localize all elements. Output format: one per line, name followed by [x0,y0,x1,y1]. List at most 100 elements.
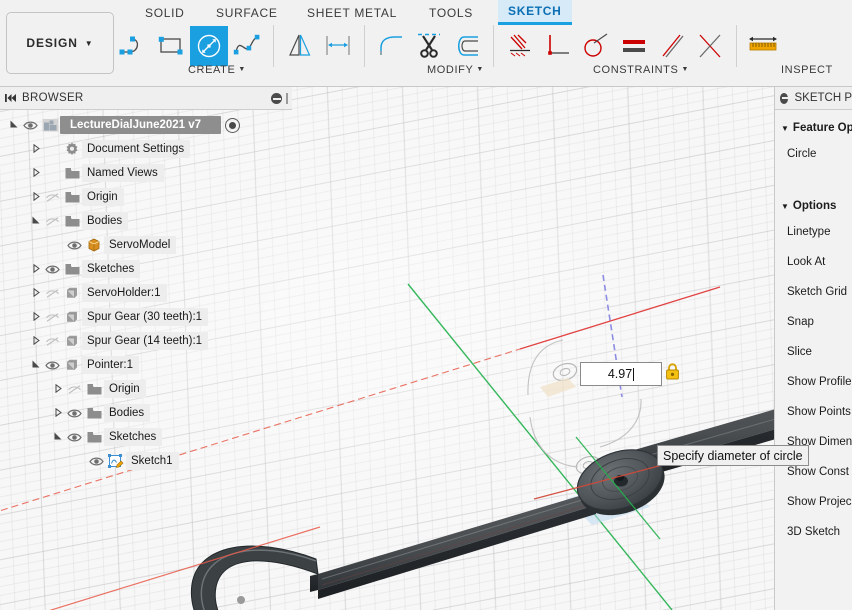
chevron-down-icon: ▼ [781,201,789,211]
palette-option-3d-sketch[interactable]: 3D Sketch [775,517,852,547]
palette-option-sketch-grid[interactable]: Sketch Grid [775,277,852,307]
tree-expand-arrow-closed[interactable] [30,263,42,275]
tree-expand-arrow-closed[interactable] [30,287,42,299]
tree-expand-arrow-closed[interactable] [30,335,42,347]
tree-row[interactable]: Document Settings [0,137,292,161]
equal-constraint-button[interactable] [615,26,653,66]
arc-tool-button[interactable] [114,26,152,66]
trim-tool-button[interactable] [410,26,448,66]
tree-row[interactable]: LectureDialJune2021 v7 [0,113,292,137]
visibility-toggle-visible[interactable] [64,408,84,419]
palette-item-circle[interactable]: Circle [775,139,852,169]
visibility-toggle-hidden[interactable] [64,384,84,395]
tree-expand-arrow-closed[interactable] [30,143,42,155]
visibility-toggle-hidden[interactable] [42,192,62,203]
scissors-icon [418,33,440,58]
palette-option-snap[interactable]: Snap [775,307,852,337]
tree-expand-arrow-closed[interactable] [52,383,64,395]
tree-row[interactable]: Pointer:1 [0,353,292,377]
tree-row[interactable]: Spur Gear (14 teeth):1 [0,329,292,353]
palette-option-look-at[interactable]: Look At [775,247,852,277]
collapse-left-icon[interactable] [0,93,22,103]
tree-row[interactable]: Sketches [0,425,292,449]
group-label-modify[interactable]: MODIFY ▼ [427,64,484,76]
tab-sheet-metal[interactable]: SHEET METAL [297,2,407,25]
tree-expand-arrow-open[interactable] [30,360,42,371]
palette-option-linetype[interactable]: Linetype [775,217,852,247]
tree-row[interactable]: Bodies [0,209,292,233]
circle-tool-button[interactable] [190,26,228,66]
visibility-toggle-hidden[interactable] [42,336,62,347]
tree-row[interactable]: Spur Gear (30 teeth):1 [0,305,292,329]
visibility-toggle-visible[interactable] [64,240,84,251]
section-feature-options[interactable]: ▼ Feature Op [775,117,852,139]
minimize-icon[interactable] [780,92,791,104]
group-label-create[interactable]: CREATE ▼ [188,64,246,76]
tree-row[interactable]: Sketch1 [0,449,292,473]
palette-option-show-profile[interactable]: Show Profile [775,367,852,397]
visibility-toggle-hidden[interactable] [42,288,62,299]
tree-expand-arrow-open[interactable] [52,432,64,443]
palette-option-show-points[interactable]: Show Points [775,397,852,427]
perpendicular-constraint-button[interactable] [539,26,577,66]
palette-option-slice[interactable]: Slice [775,337,852,367]
construction-circle-inner [559,367,571,377]
visibility-toggle-visible[interactable] [42,360,62,371]
dimension-value: 4.97 [607,367,633,381]
palette-option-show-projec[interactable]: Show Projec [775,487,852,517]
lock-icon[interactable] [665,363,680,381]
spline-tool-button[interactable] [228,26,266,66]
tree-row[interactable]: Origin [0,377,292,401]
panel-resize-grip[interactable] [286,93,288,104]
visibility-toggle-hidden[interactable] [42,312,62,323]
tree-expand-arrow-closed[interactable] [30,167,42,179]
visibility-toggle-visible[interactable] [20,120,40,131]
palette-options-list: Linetype Look At Sketch Grid Snap Slice Show … [775,217,852,547]
tree-expand-arrow-closed[interactable] [30,311,42,323]
visibility-toggle-hidden[interactable] [42,216,62,227]
dimension-input-field[interactable]: 4.97 [580,362,662,386]
mirror-tool-button[interactable] [281,26,319,66]
sketch-icon [106,453,126,469]
parallel-constraint-button[interactable] [653,26,691,66]
tab-tools[interactable]: TOOLS [419,2,483,25]
section-options[interactable]: ▼ Options [775,195,852,217]
visibility-toggle-visible[interactable] [42,264,62,275]
sketch-dimension-tool-button[interactable] [319,26,357,66]
tab-surface[interactable]: SURFACE [206,2,288,25]
tree-row[interactable]: ServoModel [0,233,292,257]
tree-expand-arrow-closed[interactable] [30,191,42,203]
tab-sketch[interactable]: SKETCH [498,0,572,25]
symmetry-constraint-button[interactable] [691,26,729,66]
offset-tool-button[interactable] [448,26,486,66]
tree-expand-arrow-open[interactable] [8,120,20,131]
tree-row[interactable]: Named Views [0,161,292,185]
sketch-palette-title: SKETCH P [794,92,852,104]
tree-row[interactable]: Origin [0,185,292,209]
visibility-toggle-visible[interactable] [64,432,84,443]
minimize-icon[interactable] [271,93,282,104]
visibility-toggle-visible[interactable] [86,456,106,467]
tree-expand-arrow-open[interactable] [30,216,42,227]
measure-tool-button[interactable] [744,26,782,66]
activate-component-icon[interactable] [225,117,241,133]
equal-icon [623,40,645,52]
group-label-inspect[interactable]: INSPECT [781,64,833,76]
fillet-icon [380,36,402,55]
folder-icon [62,263,82,276]
rectangle-tool-button[interactable] [152,26,190,66]
fillet-tool-button[interactable] [372,26,410,66]
workspace-switcher-button[interactable]: DESIGN ▼ [6,12,114,74]
tree-row[interactable]: Bodies [0,401,292,425]
tree-expand-arrow-closed[interactable] [52,407,64,419]
pointer-arm-lower [318,491,596,590]
folder-icon [62,191,82,204]
tangent-constraint-button[interactable] [577,26,615,66]
tree-row[interactable]: Sketches [0,257,292,281]
group-label-constraints[interactable]: CONSTRAINTS ▼ [593,64,689,76]
tangent-icon [584,33,608,57]
sketch-palette-body: ▼ Feature Op Circle ▼ Options Linetype Lo… [775,110,852,547]
tree-row[interactable]: ServoHolder:1 [0,281,292,305]
fix-constraint-button[interactable] [501,26,539,66]
tab-solid[interactable]: SOLID [135,2,195,25]
